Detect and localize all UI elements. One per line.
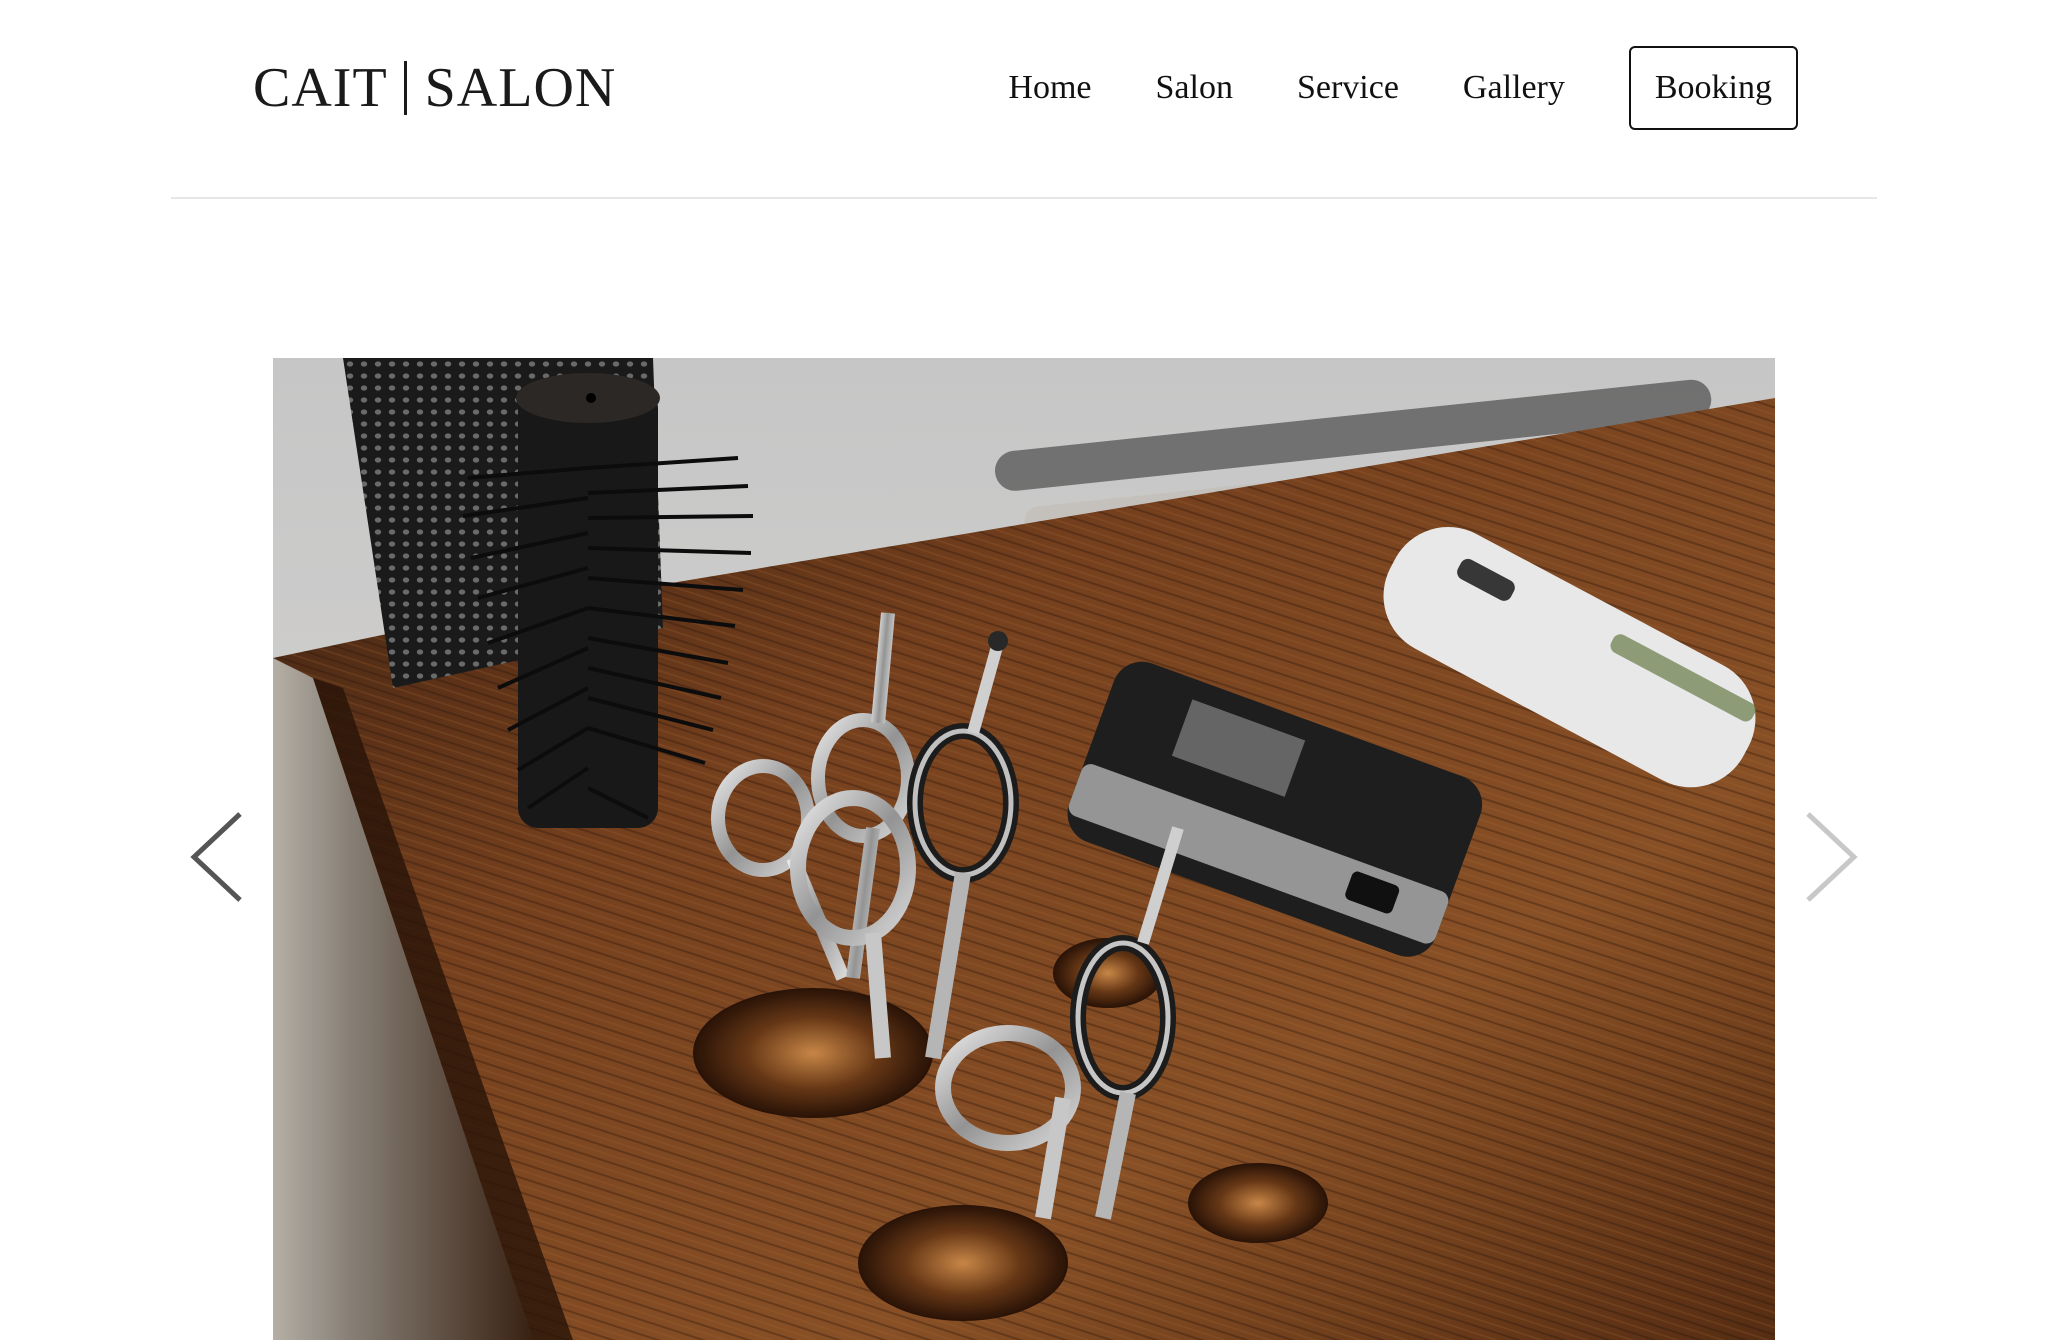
salon-tools-photo (273, 358, 1775, 1340)
slide-image (273, 358, 1775, 1340)
chevron-right-icon (1806, 812, 1858, 902)
slider-next-button[interactable] (1800, 812, 1860, 902)
slider-prev-button[interactable] (188, 812, 248, 902)
image-slider (0, 0, 2048, 1340)
chevron-left-icon (190, 812, 242, 902)
